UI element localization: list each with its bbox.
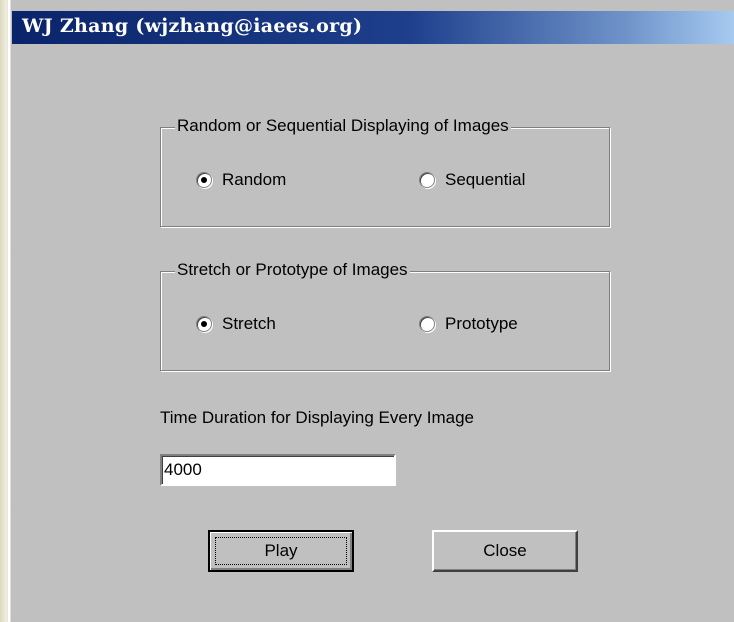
focus-ring (215, 537, 347, 565)
title-bar[interactable]: WJ Zhang (wjzhang@iaees.org) (12, 11, 734, 44)
dialog-window: WJ Zhang (wjzhang@iaees.org) Random or S… (8, 0, 734, 622)
radio-stretch[interactable]: Stretch (196, 314, 276, 334)
radio-random-button[interactable] (196, 172, 212, 188)
radio-sequential[interactable]: Sequential (419, 170, 525, 190)
radio-stretch-button[interactable] (196, 316, 212, 332)
image-fit-legend: Stretch or Prototype of Images (175, 260, 410, 280)
radio-selected-dot (201, 177, 207, 183)
image-fit-group: Stretch or Prototype of Images Stretch P… (160, 260, 610, 371)
window-title: WJ Zhang (wjzhang@iaees.org) (22, 15, 363, 37)
radio-selected-dot (201, 321, 207, 327)
duration-input[interactable] (160, 454, 396, 486)
radio-prototype-label: Prototype (445, 314, 518, 333)
display-mode-group: Random or Sequential Displaying of Image… (160, 116, 610, 227)
radio-random-label: Random (222, 170, 287, 189)
display-mode-legend: Random or Sequential Displaying of Image… (175, 116, 511, 136)
close-button-label: Close (483, 541, 527, 560)
play-button[interactable]: Play (208, 530, 354, 572)
radio-prototype-button[interactable] (419, 316, 435, 332)
radio-sequential-label: Sequential (445, 170, 526, 189)
close-button[interactable]: Close (432, 530, 578, 572)
radio-sequential-button[interactable] (419, 172, 435, 188)
duration-label: Time Duration for Displaying Every Image (160, 408, 474, 427)
radio-prototype[interactable]: Prototype (419, 314, 518, 334)
radio-random[interactable]: Random (196, 170, 286, 190)
radio-stretch-label: Stretch (222, 314, 276, 333)
